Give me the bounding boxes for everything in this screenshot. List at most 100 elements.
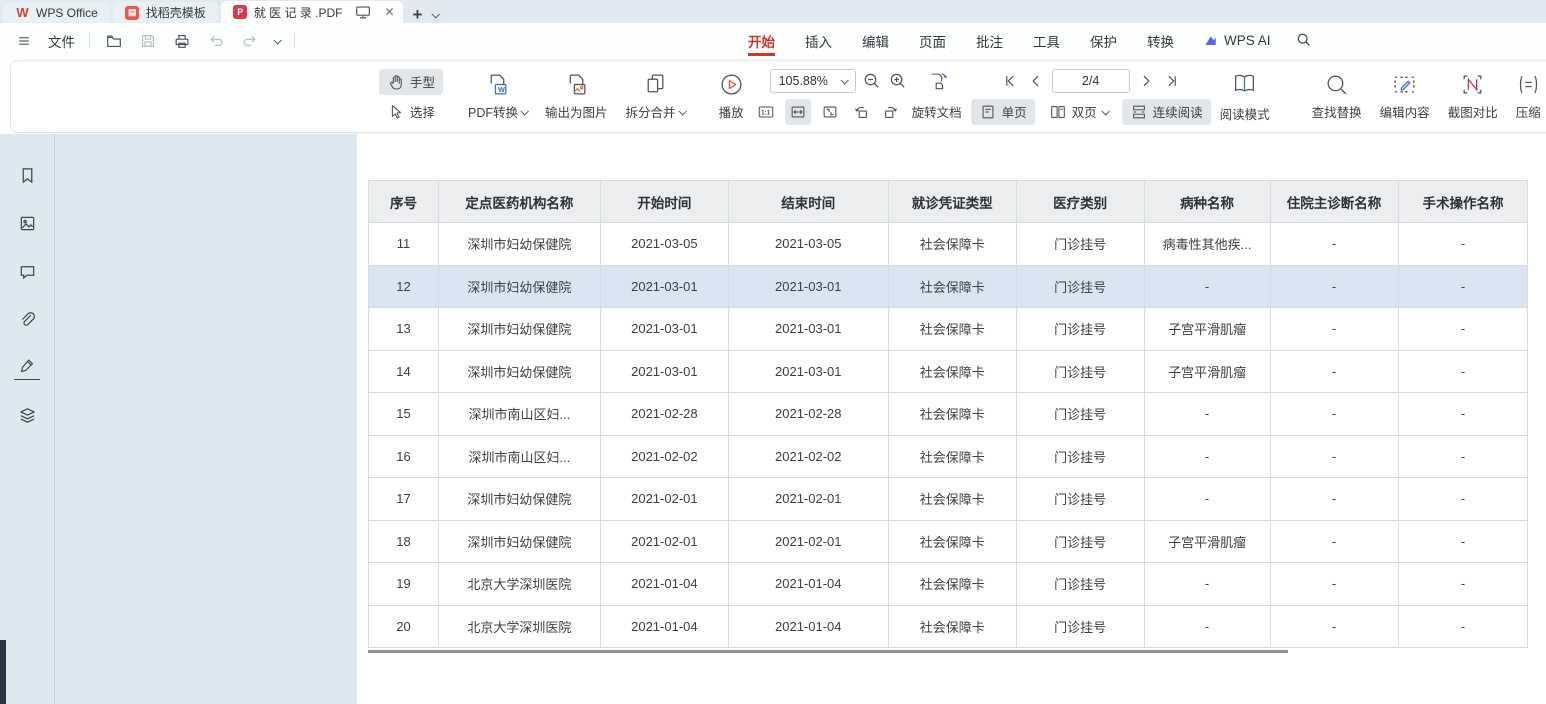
col-header: 手术操作名称 — [1398, 181, 1528, 223]
tab-docer[interactable]: ▤ 找稻壳模板 — [113, 2, 218, 23]
quickbar-chevron-icon[interactable] — [273, 36, 281, 44]
table-cell: 2021-01-04 — [728, 605, 888, 648]
print-icon[interactable] — [172, 31, 192, 51]
rotate-document-icon[interactable] — [928, 71, 948, 91]
zoom-level-select[interactable]: 105.88% — [770, 69, 856, 93]
table-cell: 2021-03-01 — [728, 308, 888, 351]
attachments-panel-button[interactable] — [14, 306, 40, 332]
new-tab-button[interactable]: + — [413, 6, 423, 23]
menu-search-icon[interactable] — [1285, 31, 1322, 51]
table-cell: 社会保障卡 — [888, 520, 1016, 563]
table-cell: 2021-02-01 — [728, 520, 888, 563]
table-cell-ghost — [1528, 265, 1546, 308]
file-menu[interactable]: 文件 — [48, 31, 75, 51]
read-mode-button[interactable]: 阅读模式 — [1211, 71, 1279, 123]
table-cell: 社会保障卡 — [888, 350, 1016, 393]
first-page-icon[interactable] — [1000, 71, 1020, 91]
pen-icon — [18, 357, 36, 375]
split-merge-button[interactable]: 拆分合并 — [617, 65, 694, 129]
signature-panel-button[interactable] — [14, 354, 40, 380]
close-tab-icon[interactable]: ✕ — [384, 5, 394, 19]
actual-size-button[interactable]: 1:1 — [753, 99, 779, 125]
page-number-input[interactable]: 2/4 — [1052, 69, 1130, 93]
menu-tab-tools[interactable]: 工具 — [1018, 23, 1075, 58]
play-button[interactable]: 播放 — [710, 65, 753, 129]
table-cell: 2021-03-01 — [600, 265, 728, 308]
tab-document[interactable]: P 就 医 记 录 .PDF ✕ — [221, 1, 403, 23]
menu-tab-comment[interactable]: 批注 — [961, 23, 1018, 58]
hamburger-menu-icon[interactable] — [14, 31, 34, 51]
single-page-icon — [979, 103, 997, 121]
present-monitor-icon[interactable] — [354, 3, 372, 21]
paperclip-icon — [18, 310, 37, 329]
save-icon[interactable] — [138, 31, 158, 51]
col-header: 住院主诊断名称 — [1270, 181, 1398, 223]
menu-tab-insert[interactable]: 插入 — [790, 23, 847, 58]
next-page-icon[interactable] — [1136, 71, 1156, 91]
single-page-button[interactable]: 单页 — [971, 99, 1035, 125]
table-cell: 社会保障卡 — [888, 223, 1016, 266]
tab-list-chevron-icon[interactable] — [432, 10, 440, 18]
thumbnails-panel-button[interactable] — [14, 210, 40, 236]
rotate-right-icon — [882, 103, 900, 121]
play-icon — [719, 72, 744, 97]
menu-tab-protect[interactable]: 保护 — [1075, 23, 1132, 58]
continuous-read-button[interactable]: 连续阅读 — [1122, 99, 1211, 125]
table-cell: 门诊挂号 — [1016, 435, 1144, 478]
table-cell: 深圳市妇幼保健院 — [438, 478, 600, 521]
export-image-icon — [564, 72, 589, 97]
select-tool-button[interactable]: 选择 — [379, 99, 443, 125]
menu-tab-edit[interactable]: 编辑 — [847, 23, 904, 58]
menu-tab-page[interactable]: 页面 — [904, 23, 961, 58]
bookmarks-panel-button[interactable] — [14, 162, 40, 188]
table-cell: 16 — [369, 435, 439, 478]
tab-wps-office[interactable]: W WPS Office — [3, 2, 110, 23]
screenshot-compare-button[interactable]: 截图对比 — [1439, 65, 1507, 129]
menu-tab-convert[interactable]: 转换 — [1132, 23, 1189, 58]
table-cell-ghost — [1528, 563, 1546, 606]
zoom-in-icon[interactable] — [888, 71, 908, 91]
open-folder-icon[interactable] — [104, 31, 124, 51]
medical-records-table: 序号 定点医药机构名称 开始时间 结束时间 就诊凭证类型 医疗类别 病种名称 住… — [368, 180, 1546, 648]
export-image-button[interactable]: 输出为图片 — [536, 65, 617, 129]
table-cell: 子宫平滑肌瘤 — [1144, 308, 1270, 351]
double-page-button[interactable]: 双页 — [1041, 99, 1116, 125]
fit-width-button[interactable] — [785, 99, 811, 125]
wps-ai-button[interactable]: WPS AI — [1189, 33, 1285, 49]
table-cell-ghost — [1528, 393, 1546, 436]
rotate-right-button[interactable] — [879, 99, 903, 125]
table-cell: 门诊挂号 — [1016, 350, 1144, 393]
table-row: 11 深圳市妇幼保健院 2021-03-05 2021-03-05 社会保障卡 … — [369, 223, 1546, 266]
table-cell: - — [1398, 350, 1528, 393]
find-replace-button[interactable]: 查找替换 — [1303, 65, 1371, 129]
table-cell: 北京大学深圳医院 — [438, 605, 600, 648]
redo-icon[interactable] — [240, 31, 260, 51]
pdf-file-icon: P — [233, 5, 248, 20]
table-row: 13 深圳市妇幼保健院 2021-03-01 2021-03-01 社会保障卡 … — [369, 308, 1546, 351]
table-cell: 门诊挂号 — [1016, 478, 1144, 521]
table-cell-ghost — [1528, 350, 1546, 393]
fit-page-button[interactable] — [817, 99, 843, 125]
rotate-left-button[interactable] — [849, 99, 873, 125]
wps-logo-icon: W — [15, 5, 30, 20]
divider — [294, 33, 295, 49]
zoom-out-icon[interactable] — [862, 71, 882, 91]
hand-tool-button[interactable]: 手型 — [379, 69, 443, 95]
menu-tab-home[interactable]: 开始 — [733, 23, 790, 58]
table-cell: 2021-03-05 — [600, 223, 728, 266]
pdf-convert-button[interactable]: W PDF转换 — [459, 65, 536, 129]
page-nav-group: 2/4 单页 双页 — [971, 65, 1211, 129]
left-sidebar — [0, 134, 55, 704]
col-header: 序号 — [369, 181, 439, 223]
table-cell: 北京大学深圳医院 — [438, 563, 600, 606]
rotate-document-button[interactable]: 旋转文档 — [909, 99, 965, 125]
comments-panel-button[interactable] — [14, 258, 40, 284]
layers-panel-button[interactable] — [14, 402, 40, 428]
compress-button[interactable]: 压缩 — [1507, 65, 1546, 129]
pdf-page[interactable]: 序号 定点医药机构名称 开始时间 结束时间 就诊凭证类型 医疗类别 病种名称 住… — [357, 134, 1546, 704]
prev-page-icon[interactable] — [1026, 71, 1046, 91]
edit-content-button[interactable]: 编辑内容 — [1371, 65, 1439, 129]
table-cell: 2021-03-05 — [728, 223, 888, 266]
last-page-icon[interactable] — [1162, 71, 1182, 91]
undo-icon[interactable] — [206, 31, 226, 51]
